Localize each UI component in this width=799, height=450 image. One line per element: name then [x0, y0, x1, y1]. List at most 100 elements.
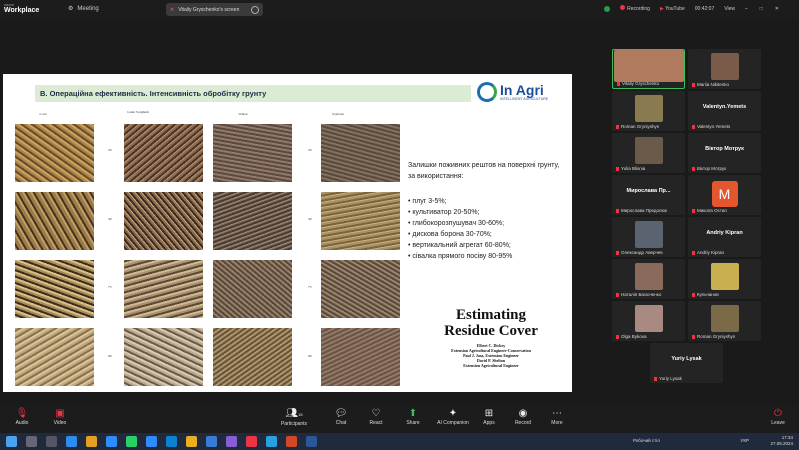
participant-tile[interactable]: Andriy Kipran Andriy Kipran	[688, 217, 761, 257]
participant-label: Roman Gryniyshyn	[616, 124, 684, 129]
participant-tile[interactable]: Roman Gryniyshyn	[688, 301, 761, 341]
participant-tile[interactable]: Olga Bykova	[612, 301, 685, 341]
participant-video	[634, 221, 663, 248]
minimize-icon[interactable]: –	[745, 6, 748, 12]
participant-video	[634, 305, 663, 332]
video-label: Video	[53, 420, 67, 426]
participant-tile[interactable]: Mariia Nikitenko	[688, 49, 761, 89]
share-screen-icon: ⬆	[408, 408, 418, 419]
participant-tile[interactable]: Олександр Аверчев	[612, 217, 685, 257]
view-button[interactable]: View	[724, 6, 735, 12]
participants-button[interactable]: 👥︎15 Participants	[274, 408, 314, 427]
participant-label: Vitaliy Gryschenko	[617, 81, 684, 86]
more-label: More	[551, 420, 563, 426]
ai-label: AI Companion	[437, 420, 469, 426]
audio-button[interactable]: 🎙︎ Audio	[2, 408, 42, 426]
participant-video	[710, 305, 739, 332]
security-shield-icon[interactable]	[604, 5, 611, 12]
participant-label: Наталія Басюченко	[616, 292, 684, 297]
task-view-icon[interactable]	[46, 436, 57, 447]
participant-label: Andriy Kipran	[692, 250, 760, 255]
chat-icon: 💬︎	[334, 408, 348, 419]
column-title: Grain Sorghum	[127, 110, 149, 114]
participant-label: Roman Gryniyshyn	[692, 334, 760, 339]
participant-tile[interactable]: Valentyn.Yemets Valentyn.Yemets	[688, 91, 761, 131]
edge-icon[interactable]	[166, 436, 177, 447]
telegram-icon[interactable]	[266, 436, 277, 447]
maximize-icon[interactable]: □	[760, 6, 763, 12]
participant-video	[634, 263, 663, 290]
column-title: Wheat	[238, 112, 248, 116]
ai-companion-button[interactable]: ✦ AI Companion	[433, 408, 473, 426]
participant-tile[interactable]: Yulia Blisnia	[612, 133, 685, 173]
residue-photo	[321, 260, 400, 318]
bullet-item: сівалка прямого посіву 80-95%	[408, 251, 568, 262]
percent-label: 90	[108, 354, 112, 358]
participant-video	[634, 137, 663, 164]
react-label: React	[369, 420, 383, 426]
youtube-indicator[interactable]: ▶ YouTube	[660, 6, 685, 12]
inagri-brand: In Agri	[500, 82, 544, 98]
participant-video	[710, 263, 739, 290]
leave-label: Leave	[771, 420, 785, 426]
participant-tile[interactable]: Кульчанов	[688, 259, 761, 299]
chat-label: Chat	[335, 420, 347, 426]
percent-label: 30	[308, 217, 312, 221]
share-options-icon[interactable]	[251, 5, 259, 14]
title-bar: zoom Workplace ⚙ Meeting ✕ Vitaliy Grysc…	[0, 0, 799, 19]
powerpoint-icon[interactable]	[286, 436, 297, 447]
bullet-item: дискова борона 30-70%;	[408, 229, 568, 240]
search-icon[interactable]	[26, 436, 37, 447]
participant-label: Олександр Аверчев	[616, 250, 684, 255]
bullet-item: плуг 3-5%;	[408, 196, 568, 207]
video-button[interactable]: ▣ Video	[40, 408, 80, 426]
participant-tile[interactable]: Yuriy Lysak Yuriy Lysak	[650, 343, 723, 383]
leave-button[interactable]: ⏻ Leave	[758, 408, 798, 426]
meeting-tab[interactable]: ⚙ Meeting	[68, 5, 99, 13]
participant-tile[interactable]: Наталія Басюченко	[612, 259, 685, 299]
app-icon[interactable]	[246, 436, 257, 447]
participant-tile[interactable]: Віктор Мотрук Віктор Мотрук	[688, 133, 761, 173]
more-button[interactable]: ⋯ More	[537, 408, 577, 426]
chrome-icon[interactable]	[186, 436, 197, 447]
whatsapp-icon[interactable]	[126, 436, 137, 447]
residue-photo	[124, 192, 203, 250]
residue-bullets: плуг 3-5%; культиватор 20-50%; глибокоро…	[408, 196, 568, 262]
share-button[interactable]: ⬆ Share	[393, 408, 433, 426]
react-button[interactable]: ♡ React	[356, 408, 396, 426]
mic-muted-icon: 🎙︎	[15, 408, 29, 419]
start-windows-icon[interactable]	[6, 436, 17, 447]
inagri-brand-sub: INTELLIGENT AGRICULTURE	[500, 97, 549, 101]
book-title-2: Residue Cover	[444, 323, 538, 339]
participant-tile[interactable]: Мирослава Пр... Мирослава Предолюк	[612, 175, 685, 215]
residue-photo	[15, 192, 94, 250]
word-icon[interactable]	[306, 436, 317, 447]
participant-label: Mariia Nikitenko	[692, 82, 760, 87]
app-icon[interactable]	[66, 436, 77, 447]
chat-button[interactable]: 💬︎ Chat	[321, 408, 361, 426]
close-window-icon[interactable]: ✕	[775, 6, 779, 12]
language-indicator[interactable]: УКР	[741, 438, 749, 444]
recording-indicator[interactable]: Recording	[620, 5, 650, 12]
viber-icon[interactable]	[226, 436, 237, 447]
column-title: Corn	[39, 112, 47, 116]
inagri-logo: In Agri INTELLIGENT AGRICULTURE	[477, 82, 548, 102]
participant-tile[interactable]: Vitaliy Gryschenko	[612, 49, 685, 89]
residue-photo	[321, 192, 400, 250]
system-tray[interactable]: УКР 17:34 27.08.2024	[741, 435, 793, 447]
meet-icon[interactable]	[146, 436, 157, 447]
residue-photo	[213, 192, 292, 250]
zoom-app-icon[interactable]	[106, 436, 117, 447]
screen-share-tab[interactable]: ✕ Vitaliy Gryschenko's screen	[166, 3, 263, 16]
participant-tile[interactable]: M Микола Остап	[688, 175, 761, 215]
close-share-icon[interactable]: ✕	[170, 7, 174, 13]
residue-photo	[213, 124, 292, 182]
participant-label: Yuriy Lysak	[654, 376, 722, 381]
file-explorer-icon[interactable]	[86, 436, 97, 447]
desktop-label[interactable]: Робочий стіл	[633, 438, 660, 443]
audio-label: Audio	[15, 420, 29, 426]
participant-label: Olga Bykova	[616, 334, 684, 339]
participant-tile[interactable]: Roman Gryniyshyn	[612, 91, 685, 131]
book-cover: Estimating Residue Cover Elbert C. Dicke…	[431, 307, 551, 368]
app-icon[interactable]	[206, 436, 217, 447]
